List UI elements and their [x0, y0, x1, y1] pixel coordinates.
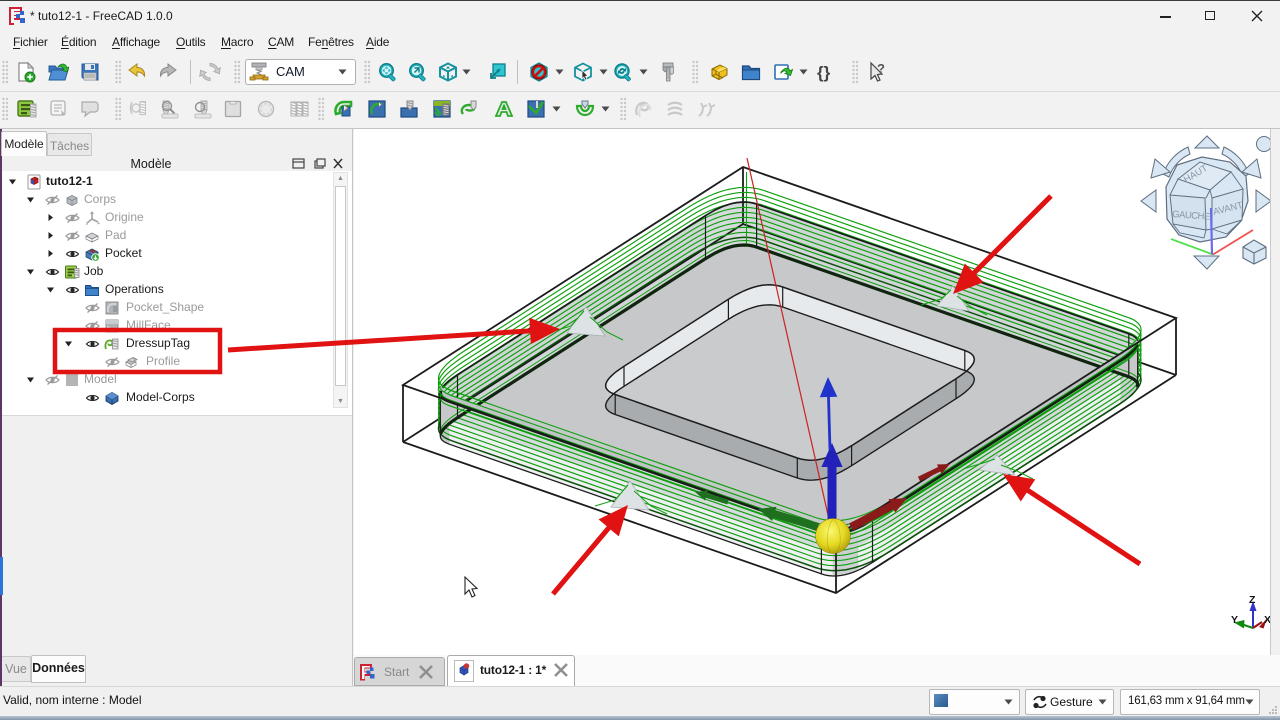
svg-text:{}: {}: [817, 63, 831, 82]
svg-text:Z: Z: [1249, 594, 1256, 606]
svg-text:X: X: [1264, 614, 1270, 626]
svg-text:Y: Y: [1231, 614, 1238, 626]
svg-text:?: ?: [877, 61, 885, 76]
